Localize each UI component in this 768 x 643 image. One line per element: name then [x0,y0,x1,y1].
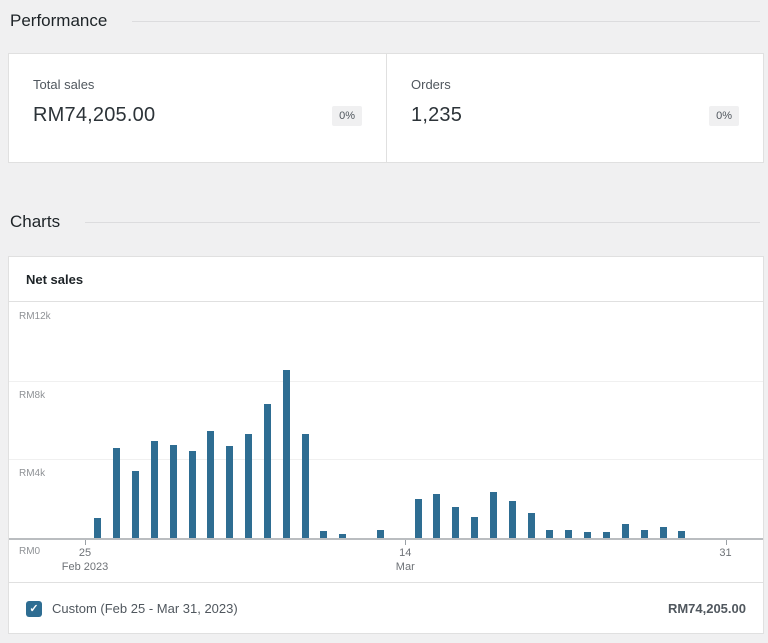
chart-bar[interactable] [509,501,516,538]
y-axis-label: RM0 [19,546,40,557]
legend-total-value: RM74,205.00 [668,601,746,616]
charts-section-header: Charts [10,210,760,234]
chart-bar[interactable] [189,451,196,538]
check-icon: ✓ [29,603,38,615]
charts-header-rule [85,222,760,223]
chart-bar[interactable] [132,471,139,538]
chart-bar[interactable] [320,531,327,538]
orders-delta-badge: 0% [709,106,739,126]
y-axis-label: RM4k [19,468,45,479]
chart-bar[interactable] [678,531,685,538]
performance-header-rule [132,21,760,22]
total-sales-value: RM74,205.00 [33,104,155,127]
chart-bar[interactable] [377,530,384,538]
chart-bar[interactable] [170,445,177,538]
performance-section-header: Performance [10,9,760,33]
total-sales-card[interactable]: Total sales RM74,205.00 0% [9,54,386,162]
total-sales-delta-badge: 0% [332,106,362,126]
x-axis-label: 14 [399,547,411,559]
charts-section-title: Charts [10,210,60,234]
chart-bar[interactable] [622,524,629,538]
chart-bar[interactable] [226,446,233,538]
chart-bar[interactable] [415,499,422,538]
chart-bar[interactable] [113,448,120,538]
chart-bar[interactable] [641,530,648,538]
net-sales-plot: RM4k RM8k RM12k [9,302,763,538]
x-axis-sublabel: Feb 2023 [62,561,108,573]
x-axis-label: 25 [79,547,91,559]
x-axis-label: 31 [719,547,731,559]
chart-bar[interactable] [264,404,271,538]
chart-bar[interactable] [94,518,101,538]
summary-panel: Total sales RM74,205.00 0% Orders 1,235 … [8,53,764,163]
chart-bar[interactable] [660,527,667,538]
y-axis-label: RM12k [19,311,51,322]
net-sales-title: Net sales [26,272,83,287]
x-tick-mark [85,540,86,545]
y-axis-label: RM8k [19,390,45,401]
x-axis: RM0 25 Feb 2023 14 Mar 31 [9,538,763,582]
chart-bar[interactable] [565,530,572,538]
chart-bar[interactable] [546,530,553,538]
y-gridline [9,459,763,460]
orders-label: Orders [411,77,739,92]
legend-label: Custom (Feb 25 - Mar 31, 2023) [52,601,238,616]
legend-checkbox-checked[interactable]: ✓ [26,601,42,617]
x-tick-mark [405,540,406,545]
x-tick-mark [726,540,727,545]
total-sales-label: Total sales [33,77,362,92]
chart-bar[interactable] [151,441,158,538]
chart-legend: ✓ Custom (Feb 25 - Mar 31, 2023) RM74,20… [9,582,763,634]
chart-bar[interactable] [207,431,214,538]
net-sales-card: Net sales RM4k RM8k RM12k RM0 25 Feb 2023 14 M… [8,256,764,634]
y-gridline [9,381,763,382]
x-axis-sublabel: Mar [396,561,415,573]
orders-card[interactable]: Orders 1,235 0% [386,54,763,162]
chart-bar[interactable] [452,507,459,538]
performance-section-title: Performance [10,9,107,33]
chart-bar[interactable] [245,434,252,538]
chart-bar[interactable] [302,434,309,538]
net-sales-card-header: Net sales [9,257,763,302]
legend-item-custom[interactable]: ✓ Custom (Feb 25 - Mar 31, 2023) [26,601,238,617]
chart-bar[interactable] [283,370,290,538]
orders-value: 1,235 [411,104,462,127]
chart-bar[interactable] [471,517,478,538]
chart-bar[interactable] [490,492,497,538]
chart-bar[interactable] [433,494,440,538]
chart-bar[interactable] [528,513,535,538]
